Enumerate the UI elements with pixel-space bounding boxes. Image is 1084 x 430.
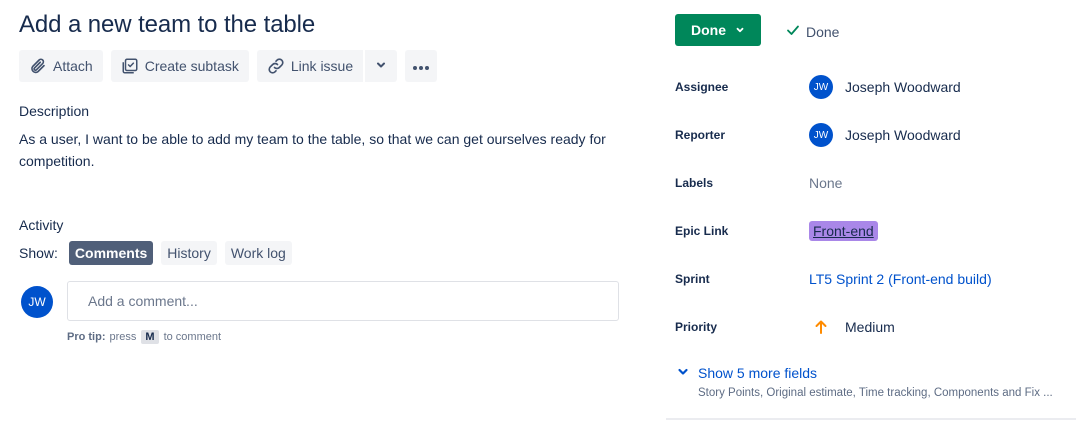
issue-toolbar: Attach Create subtask Link issue bbox=[19, 50, 438, 82]
sprint-link[interactable]: LT5 Sprint 2 (Front-end build) bbox=[809, 271, 992, 287]
attach-label: Attach bbox=[53, 58, 93, 74]
epic-lozenge[interactable]: Front-end bbox=[809, 221, 878, 241]
activity-heading: Activity bbox=[19, 217, 64, 233]
resolution-status: Done bbox=[785, 22, 839, 41]
epic-link-label: Epic Link bbox=[675, 224, 729, 238]
more-actions-button[interactable] bbox=[405, 50, 438, 82]
resolution-label: Done bbox=[806, 23, 840, 40]
paperclip-icon bbox=[28, 56, 48, 76]
pro-tip-pre: press bbox=[109, 331, 137, 343]
create-subtask-button[interactable]: Create subtask bbox=[110, 50, 249, 82]
assignee-value[interactable]: JW Joseph Woodward bbox=[809, 75, 961, 99]
labels-value[interactable]: None bbox=[809, 175, 842, 191]
status-button[interactable]: Done bbox=[675, 14, 761, 46]
reporter-value[interactable]: JW Joseph Woodward bbox=[809, 123, 961, 147]
show-label: Show: bbox=[19, 245, 58, 261]
assignee-name: Joseph Woodward bbox=[845, 79, 961, 95]
subtask-icon bbox=[120, 56, 140, 76]
pro-tip-key: M bbox=[141, 330, 159, 344]
show-more-fields-label: Show 5 more fields bbox=[698, 365, 818, 381]
status-label: Done bbox=[691, 22, 726, 38]
tab-history[interactable]: History bbox=[161, 241, 217, 265]
chevron-down-icon bbox=[677, 365, 689, 381]
activity-filter: Show: Comments History Work log bbox=[19, 241, 300, 265]
issue-title[interactable]: Add a new team to the table bbox=[19, 11, 315, 39]
link-issue-label: Link issue bbox=[290, 58, 354, 74]
tab-work-log[interactable]: Work log bbox=[224, 241, 292, 265]
attach-button[interactable]: Attach bbox=[19, 50, 103, 82]
link-issue-dropdown-button[interactable] bbox=[365, 50, 398, 82]
pro-tip-label: Pro tip: bbox=[67, 331, 106, 343]
description-heading: Description bbox=[19, 103, 90, 119]
reporter-label: Reporter bbox=[675, 128, 726, 142]
field-epic-link: Epic Link Front-end bbox=[675, 219, 1075, 243]
pro-tip: Pro tip: press M to comment bbox=[67, 330, 221, 344]
epic-link-value: Front-end bbox=[809, 221, 878, 241]
link-icon bbox=[266, 56, 286, 76]
more-fields-summary: Story Points, Original estimate, Time tr… bbox=[698, 387, 1053, 399]
avatar: JW bbox=[21, 286, 53, 318]
avatar: JW bbox=[809, 75, 833, 99]
more-icon bbox=[411, 58, 431, 74]
link-issue-group: Link issue bbox=[256, 50, 398, 82]
reporter-name: Joseph Woodward bbox=[845, 127, 961, 143]
priority-label: Priority bbox=[675, 320, 718, 334]
field-priority: Priority Medium bbox=[675, 315, 1075, 339]
check-icon bbox=[785, 22, 801, 41]
create-subtask-label: Create subtask bbox=[144, 58, 239, 74]
arrow-up-icon bbox=[809, 320, 833, 334]
priority-value[interactable]: Medium bbox=[809, 319, 895, 335]
chevron-down-icon bbox=[375, 58, 387, 74]
pro-tip-post: to comment bbox=[163, 331, 222, 343]
avatar: JW bbox=[809, 123, 833, 147]
field-reporter: Reporter JW Joseph Woodward bbox=[675, 123, 1075, 147]
field-assignee: Assignee JW Joseph Woodward bbox=[675, 75, 1075, 99]
issue-details-panel: Done Done Assignee JW Joseph Woodward Re… bbox=[666, 0, 1076, 430]
assignee-label: Assignee bbox=[675, 80, 729, 94]
tab-comments[interactable]: Comments bbox=[68, 241, 154, 265]
divider bbox=[666, 418, 1076, 420]
show-more-fields-button[interactable]: Show 5 more fields bbox=[677, 365, 817, 381]
description-text[interactable]: As a user, I want to be able to add my t… bbox=[19, 128, 629, 172]
comment-input[interactable]: Add a comment... bbox=[67, 281, 619, 321]
link-issue-button[interactable]: Link issue bbox=[256, 50, 364, 82]
labels-label: Labels bbox=[675, 176, 714, 190]
field-sprint: Sprint LT5 Sprint 2 (Front-end build) bbox=[675, 267, 1075, 291]
field-labels: Labels None bbox=[675, 171, 1075, 195]
sprint-label: Sprint bbox=[675, 272, 710, 286]
chevron-down-icon bbox=[735, 22, 745, 38]
priority-name: Medium bbox=[845, 319, 895, 335]
